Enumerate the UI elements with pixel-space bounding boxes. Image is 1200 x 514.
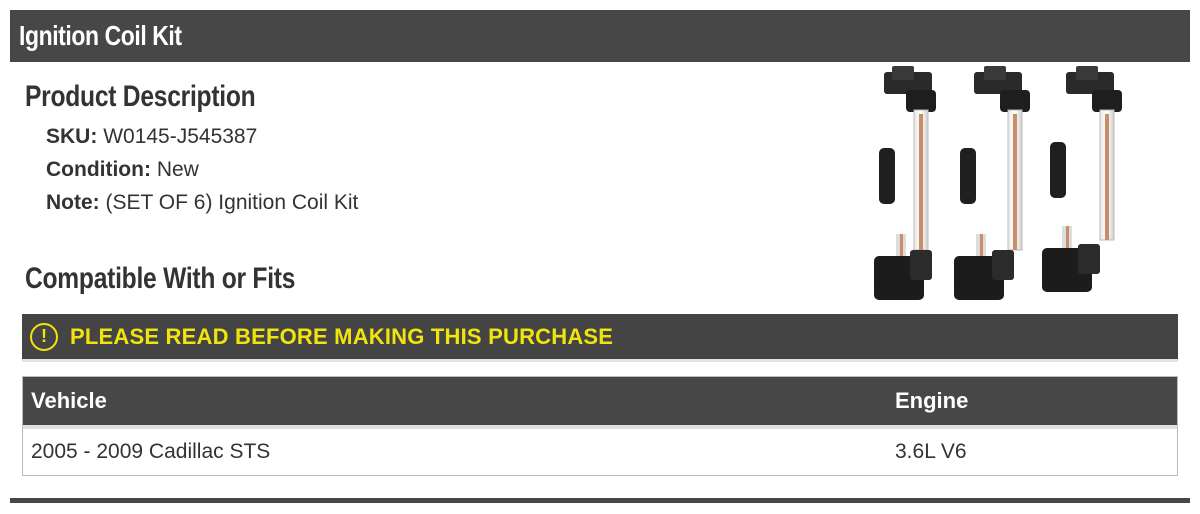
column-header-engine: Engine (895, 388, 969, 413)
coil-group-1 (874, 66, 936, 300)
page-title: Ignition Coil Kit (19, 20, 182, 51)
page-header: Ignition Coil Kit (10, 10, 1190, 62)
table-header: Vehicle Engine (23, 377, 1177, 429)
table-row: 2005 - 2009 Cadillac STS 3.6L V6 (23, 429, 1177, 475)
ignition-coil-product-image (874, 66, 1122, 300)
product-description-title: Product Description (25, 80, 256, 113)
purchase-warning-banner: ! PLEASE READ BEFORE MAKING THIS PURCHAS… (22, 314, 1178, 362)
compatibility-title: Compatible With or Fits (25, 262, 296, 295)
coil-group-2 (954, 66, 1030, 300)
spec-row-note: Note: (SET OF 6) Ignition Coil Kit (46, 186, 358, 219)
bottom-divider (10, 498, 1190, 503)
column-header-vehicle: Vehicle (31, 388, 107, 413)
cell-engine: 3.6L V6 (895, 440, 967, 463)
exclamation-circle-icon: ! (30, 322, 58, 351)
spec-label: SKU: (46, 125, 98, 148)
spec-label: Note: (46, 191, 100, 214)
spec-value: W0145-J545387 (103, 125, 258, 148)
spec-list: SKU: W0145-J545387 Condition: New Note: … (46, 120, 358, 219)
warning-text: PLEASE READ BEFORE MAKING THIS PURCHASE (70, 323, 614, 349)
compatibility-table: Vehicle Engine 2005 - 2009 Cadillac STS … (22, 376, 1178, 476)
cell-vehicle: 2005 - 2009 Cadillac STS (31, 440, 271, 463)
spec-row-condition: Condition: New (46, 153, 358, 186)
spec-value: New (156, 158, 199, 181)
spec-row-sku: SKU: W0145-J545387 (46, 120, 358, 153)
coil-group-3 (1042, 66, 1122, 292)
spec-value: (SET OF 6) Ignition Coil Kit (105, 191, 359, 214)
spec-label: Condition: (46, 158, 151, 181)
